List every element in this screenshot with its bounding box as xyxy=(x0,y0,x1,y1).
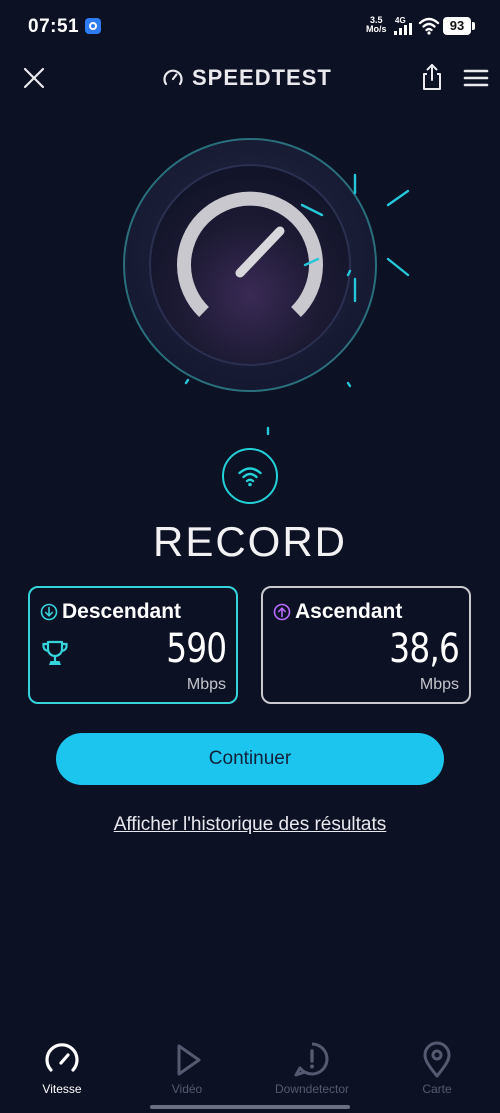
upload-result-card[interactable]: Ascendant 38,6 Mbps xyxy=(261,586,471,704)
nav-label-vitesse: Vitesse xyxy=(42,1082,82,1096)
nav-label-carte: Carte xyxy=(422,1082,452,1096)
status-bar: 07:51 3.5 Mo/s 4G 93 xyxy=(0,0,500,54)
speedtest-logo-icon xyxy=(163,69,183,86)
bottom-navigation: Vitesse Vidéo Downdetector Carte xyxy=(0,1040,500,1113)
app-header: SPEEDTEST xyxy=(0,56,500,102)
speedometer-icon xyxy=(45,1043,79,1072)
upload-unit: Mbps xyxy=(419,676,459,693)
app-notification-icon xyxy=(85,18,101,34)
continue-button[interactable]: Continuer xyxy=(56,733,444,785)
home-indicator[interactable] xyxy=(150,1105,350,1109)
network-speed: 3.5 Mo/s xyxy=(366,16,387,34)
wifi-icon xyxy=(238,467,262,487)
history-link[interactable]: Afficher l'historique des résultats xyxy=(0,814,500,836)
brand-logo: SPEEDTEST xyxy=(162,65,332,91)
nav-item-video[interactable]: Vidéo xyxy=(137,1040,237,1096)
download-value: 590 xyxy=(165,626,227,672)
upload-card-header: Ascendant xyxy=(273,600,402,624)
wifi-status-icon xyxy=(418,17,440,35)
download-arrow-icon xyxy=(40,603,58,621)
upload-value: 38,6 xyxy=(389,626,460,672)
download-card-header: Descendant xyxy=(40,600,181,624)
nav-label-video: Vidéo xyxy=(171,1082,203,1096)
map-pin-icon xyxy=(423,1041,451,1078)
nav-item-vitesse[interactable]: Vitesse xyxy=(12,1040,112,1096)
download-unit: Mbps xyxy=(186,676,226,693)
app-title: SPEEDTEST xyxy=(192,65,332,90)
download-label: Descendant xyxy=(62,600,182,623)
trophy-icon xyxy=(42,640,68,665)
connection-badge xyxy=(222,448,278,504)
status-time: 07:51 xyxy=(28,16,80,37)
battery-indicator: 93 xyxy=(443,17,475,35)
share-icon[interactable] xyxy=(418,62,446,92)
network-speed-unit: Mo/s xyxy=(366,24,387,34)
nav-item-carte[interactable]: Carte xyxy=(387,1040,487,1096)
menu-icon[interactable] xyxy=(462,64,490,92)
signal-icon xyxy=(394,23,412,35)
alert-icon xyxy=(294,1042,329,1077)
play-icon xyxy=(177,1044,201,1076)
speedometer-gauge xyxy=(123,138,410,436)
nav-label-downdetector: Downdetector xyxy=(274,1082,350,1096)
result-title: RECORD xyxy=(152,518,347,565)
download-result-card[interactable]: Descendant 590 Mbps xyxy=(28,586,238,704)
upload-label: Ascendant xyxy=(295,600,403,623)
close-icon[interactable] xyxy=(20,64,48,92)
upload-arrow-icon xyxy=(273,603,291,621)
nav-item-downdetector[interactable]: Downdetector xyxy=(262,1040,362,1096)
